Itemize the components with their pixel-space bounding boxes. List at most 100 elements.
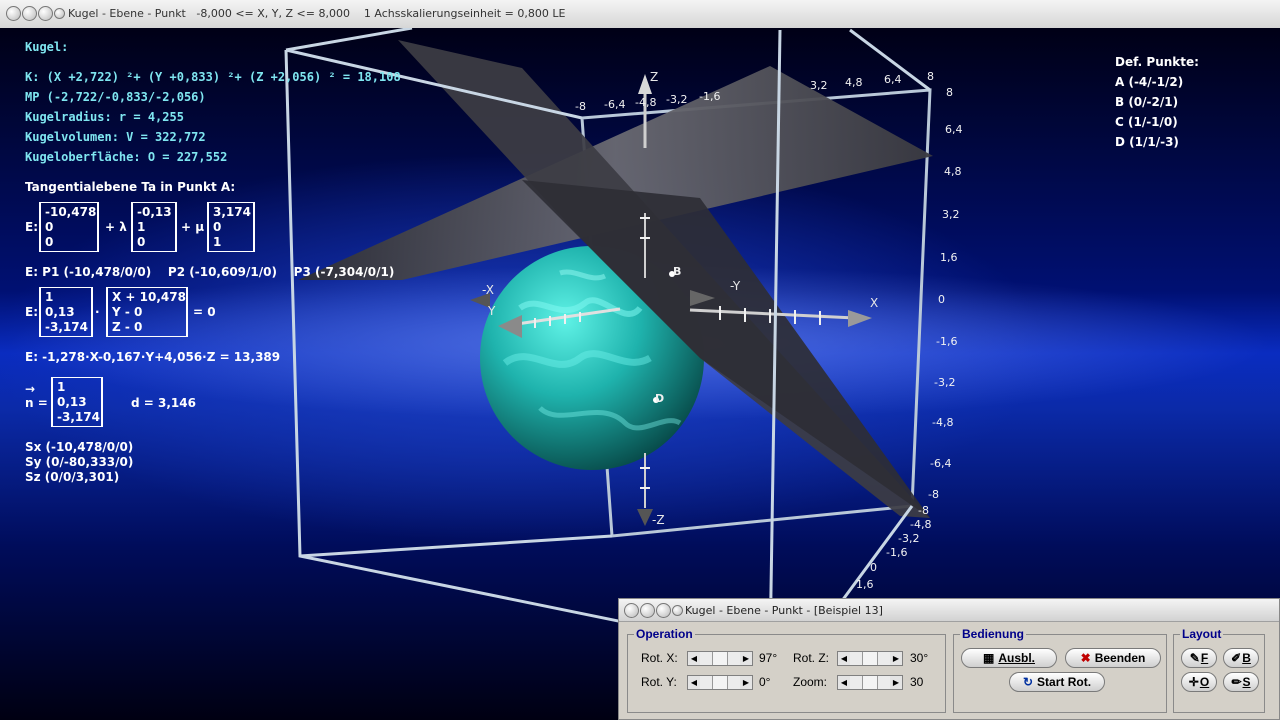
vector-entry: 0 — [45, 220, 54, 234]
tick-right: -8 — [928, 488, 939, 501]
tick-top: -3,2 — [666, 93, 688, 106]
distance-d: d = 3,146 — [131, 396, 196, 410]
tangent-heading: Tangentialebene Ta in Punkt A: — [25, 180, 236, 194]
slider-thumb[interactable] — [862, 676, 878, 689]
vector-entry: -3,174 — [45, 320, 88, 334]
layout-b-label: B — [1242, 651, 1251, 665]
scroll-right-icon[interactable]: ▶ — [890, 676, 902, 689]
tick-right: 8 — [946, 86, 953, 99]
zoom-label: Zoom: — [793, 675, 828, 689]
normal-form-prefix: E: — [25, 305, 38, 319]
normal-arrow: → — [25, 382, 36, 396]
scroll-right-icon[interactable]: ▶ — [740, 676, 752, 689]
axis-label-y: Y — [488, 304, 496, 318]
scroll-left-icon[interactable]: ◀ — [688, 676, 700, 689]
slider-thumb[interactable] — [712, 676, 728, 689]
axis-label-z: Z — [650, 70, 659, 84]
control-panel-title: Kugel - Ebene - Punkt - [Beispiel 13] — [685, 604, 883, 617]
tick-top: 3,2 — [810, 79, 828, 92]
def-points-heading: Def. Punkte: — [1115, 55, 1199, 69]
vector-entry: 0,13 — [45, 305, 75, 319]
ausbl-button[interactable]: ▦ Ausbl. — [961, 648, 1057, 668]
tick-right: -4,8 — [932, 416, 954, 429]
scroll-right-icon[interactable]: ▶ — [890, 652, 902, 665]
layout-f-label: F — [1200, 651, 1209, 665]
coordinate-form: E: -1,278·X-0,167·Y+4,056·Z = 13,389 — [25, 350, 281, 364]
normal-form-rhs: = 0 — [193, 305, 216, 319]
vector-entry: 0,13 — [57, 395, 87, 409]
crosshair-icon: ✛ — [1188, 675, 1199, 689]
layout-s-button[interactable]: ✏S — [1223, 672, 1259, 692]
axis-label-x: X — [870, 296, 879, 310]
axis-label-neg-x: -X — [482, 283, 494, 297]
point-b-label: B — [673, 265, 682, 278]
scroll-left-icon[interactable]: ◀ — [688, 652, 700, 665]
bedienung-legend: Bedienung — [962, 627, 1024, 641]
rot-z-value: 30° — [910, 651, 929, 665]
rot-y-value: 0° — [759, 675, 771, 689]
layout-f-button[interactable]: ✎F — [1181, 648, 1217, 668]
fill-icon: ✎ — [1189, 651, 1200, 665]
rot-y-label: Rot. Y: — [641, 675, 677, 689]
panel-close-button[interactable] — [624, 603, 639, 618]
scroll-right-icon[interactable]: ▶ — [740, 652, 752, 665]
rot-y-slider[interactable]: ◀ ▶ — [687, 675, 753, 690]
hide-icon: ▦ — [982, 651, 995, 665]
close-icon: ✖ — [1080, 651, 1091, 665]
window-minimize-button[interactable] — [22, 6, 37, 21]
param-op-mu: + μ — [181, 220, 205, 234]
window-maximize-button[interactable] — [38, 6, 53, 21]
tick-right: -3,2 — [934, 376, 956, 389]
panel-minimize-button[interactable] — [640, 603, 655, 618]
intercept-sz: Sz (0/0/3,301) — [25, 470, 120, 484]
param-prefix: E: — [25, 220, 38, 234]
beenden-button[interactable]: ✖ Beenden — [1065, 648, 1161, 668]
tick-top: -1,6 — [699, 90, 721, 103]
def-point-b: B (0/-2/1) — [1115, 95, 1179, 109]
slider-thumb[interactable] — [862, 652, 878, 665]
vector-entry: 1 — [45, 290, 54, 304]
zoom-slider[interactable]: ◀ ▶ — [837, 675, 903, 690]
tick-top: -8 — [575, 100, 586, 113]
sphere-heading: Kugel: — [25, 40, 69, 54]
rotate-icon: ↻ — [1022, 675, 1034, 689]
scroll-left-icon[interactable]: ◀ — [838, 652, 850, 665]
rot-z-label: Rot. Z: — [793, 651, 830, 665]
window-close-button[interactable] — [6, 6, 21, 21]
vector-entry: -10,478 — [45, 205, 97, 219]
layout-o-button[interactable]: ✛O — [1181, 672, 1217, 692]
rot-x-value: 97° — [759, 651, 778, 665]
tick-right: 1,6 — [940, 251, 958, 264]
scroll-left-icon[interactable]: ◀ — [838, 676, 850, 689]
tick-right: 6,4 — [945, 123, 963, 136]
control-panel-title-bar[interactable]: Kugel - Ebene - Punkt - [Beispiel 13] — [619, 599, 1279, 622]
vector-entry: 1 — [57, 380, 66, 394]
slider-thumb[interactable] — [712, 652, 728, 665]
tick-right: 3,2 — [942, 208, 960, 221]
plane-points-line: E: P1 (-10,478/0/0) P2 (-10,609/1/0) P3 … — [25, 265, 395, 279]
layout-b-button[interactable]: ✐B — [1223, 648, 1259, 668]
sphere-volume: Kugelvolumen: V = 322,772 — [25, 130, 206, 144]
vector-entry: Z - 0 — [112, 320, 143, 334]
rot-x-slider[interactable]: ◀ ▶ — [687, 651, 753, 666]
axis-label-neg-y: -Y — [730, 279, 741, 293]
vector-entry: 1 — [213, 235, 222, 249]
tick-bottom: -8 — [918, 504, 929, 517]
layout-o-label: O — [1199, 675, 1210, 689]
vector-entry: 3,174 — [213, 205, 251, 219]
control-panel: Kugel - Ebene - Punkt - [Beispiel 13] Op… — [618, 598, 1280, 720]
brush-icon: ✐ — [1231, 651, 1242, 665]
def-point-c: C (1/-1/0) — [1115, 115, 1178, 129]
start-rot-button[interactable]: ↻ Start Rot. — [1009, 672, 1105, 692]
layout-group: Layout — [1173, 627, 1265, 713]
bedienung-group: Bedienung — [953, 627, 1167, 713]
tick-bottom: -1,6 — [886, 546, 908, 559]
layout-s-label: S — [1242, 675, 1251, 689]
def-point-a: A (-4/-1/2) — [1115, 75, 1184, 89]
rot-z-slider[interactable]: ◀ ▶ — [837, 651, 903, 666]
tick-top: -6,4 — [604, 98, 626, 111]
operation-legend: Operation — [636, 627, 693, 641]
panel-maximize-button[interactable] — [656, 603, 671, 618]
panel-icon — [672, 605, 683, 616]
vector-entry: 0 — [45, 235, 54, 249]
